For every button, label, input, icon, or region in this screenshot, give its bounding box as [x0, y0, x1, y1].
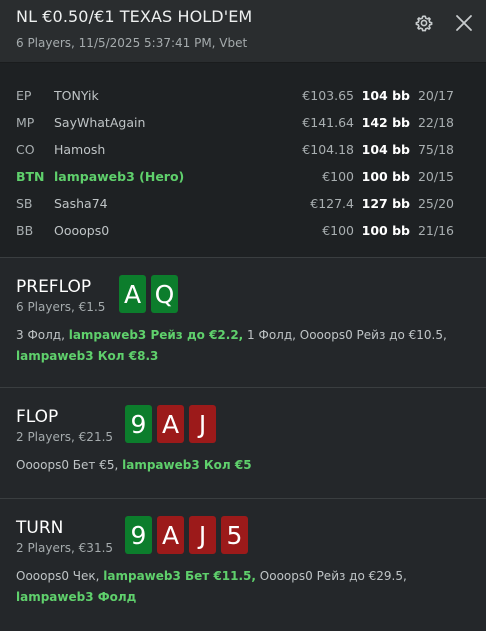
card: A: [119, 275, 146, 313]
player-stats: 21/16: [417, 223, 454, 238]
player-stack: €100: [322, 223, 354, 238]
street-info: 2 Players, €21.5: [16, 430, 114, 444]
player-stats: 75/18: [417, 142, 454, 157]
close-icon[interactable]: [454, 13, 474, 33]
player-stats: 25/20: [417, 196, 454, 211]
street-info: 2 Players, €31.5: [16, 541, 114, 555]
player-stats: 20/15: [417, 169, 454, 184]
hero-cards: AQ: [119, 275, 178, 313]
player-position: MP: [16, 115, 35, 130]
player-position: EP: [16, 88, 32, 103]
player-row: MP SayWhatAgain €141.64 142 bb 22/18: [0, 110, 486, 137]
hero-action: lampaweb3 Фолд: [16, 590, 137, 604]
card: Q: [151, 275, 178, 313]
player-name: lampaweb3 (Hero): [54, 169, 185, 184]
player-stats: 20/17: [417, 88, 454, 103]
player-row: BTN lampaweb3 (Hero) €100 100 bb 20/15: [0, 164, 486, 191]
players-table: EP TONYik €103.65 104 bb 20/17 MP SayWhatAgain…: [0, 63, 486, 258]
player-stack: €141.64: [302, 115, 354, 130]
player-stack-bb: 104 bb: [361, 142, 410, 157]
action-text: Oooops0 Бет €5,: [16, 458, 123, 472]
street-name: TURN: [16, 518, 64, 538]
player-stack-bb: 142 bb: [361, 115, 410, 130]
player-name: Sasha74: [54, 196, 108, 211]
street-name: FLOP: [16, 407, 59, 427]
card: A: [157, 516, 184, 554]
action-text: Oooops0 Чек,: [16, 569, 104, 583]
street-info: 6 Players, €1.5: [16, 300, 106, 314]
street-actions: Oooops0 Чек, lampaweb3 Бет €11.5, Oooops…: [16, 566, 470, 608]
player-position: CO: [16, 142, 35, 157]
hand-subtitle: 6 Players, 11/5/2025 5:37:41 PM, Vbet: [16, 36, 248, 50]
player-stack-bb: 104 bb: [361, 88, 410, 103]
player-stack: €100: [322, 169, 354, 184]
player-row: EP TONYik €103.65 104 bb 20/17: [0, 83, 486, 110]
street-flop: FLOP 2 Players, €21.5 9AJ Oooops0 Бет €5…: [0, 388, 486, 499]
street-actions: Oooops0 Бет €5, lampaweb3 Кол €5: [16, 455, 470, 476]
hero-action: lampaweb3 Рейз до €2.2,: [68, 328, 244, 342]
card: 5: [221, 516, 248, 554]
card: 9: [125, 516, 152, 554]
card: A: [157, 405, 184, 443]
player-row: BB Oooops0 €100 100 bb 21/16: [0, 218, 486, 245]
street-turn: TURN 2 Players, €31.5 9AJ5 Oooops0 Чек, …: [0, 499, 486, 631]
hand-header: NL €0.50/€1 TEXAS HOLD'EM 6 Players, 11/…: [0, 0, 486, 63]
action-text: 1 Фолд, Oooops0 Рейз до €10.5,: [243, 328, 447, 342]
hero-action: lampaweb3 Бет €11.5,: [103, 569, 256, 583]
street-preflop: PREFLOP 6 Players, €1.5 AQ 3 Фолд, lampa…: [0, 258, 486, 388]
player-position: BB: [16, 223, 34, 238]
street-name: PREFLOP: [16, 277, 92, 297]
player-stack-bb: 100 bb: [361, 169, 410, 184]
player-stats: 22/18: [417, 115, 454, 130]
player-name: SayWhatAgain: [54, 115, 146, 130]
player-row: SB Sasha74 €127.4 127 bb 25/20: [0, 191, 486, 218]
board-cards: 9AJ5: [125, 516, 248, 554]
player-position: BTN: [16, 169, 45, 184]
player-position: SB: [16, 196, 33, 211]
hero-action: lampaweb3 Кол €8.3: [16, 349, 159, 363]
hand-title: NL €0.50/€1 TEXAS HOLD'EM: [16, 7, 253, 26]
board-cards: 9AJ: [125, 405, 216, 443]
card: J: [189, 516, 216, 554]
street-actions: 3 Фолд, lampaweb3 Рейз до €2.2, 1 Фолд, …: [16, 325, 470, 367]
player-stack: €103.65: [302, 88, 354, 103]
player-stack: €104.18: [302, 142, 354, 157]
action-text: Oooops0 Рейз до €29.5,: [255, 569, 407, 583]
player-row: CO Hamosh €104.18 104 bb 75/18: [0, 137, 486, 164]
player-name: Oooops0: [54, 223, 110, 238]
card: J: [189, 405, 216, 443]
player-name: TONYik: [54, 88, 99, 103]
hero-action: lampaweb3 Кол €5: [122, 458, 252, 472]
player-stack-bb: 127 bb: [361, 196, 410, 211]
player-stack-bb: 100 bb: [361, 223, 410, 238]
gear-icon[interactable]: [414, 13, 434, 33]
action-text: 3 Фолд,: [16, 328, 69, 342]
player-name: Hamosh: [54, 142, 106, 157]
card: 9: [125, 405, 152, 443]
player-stack: €127.4: [310, 196, 354, 211]
